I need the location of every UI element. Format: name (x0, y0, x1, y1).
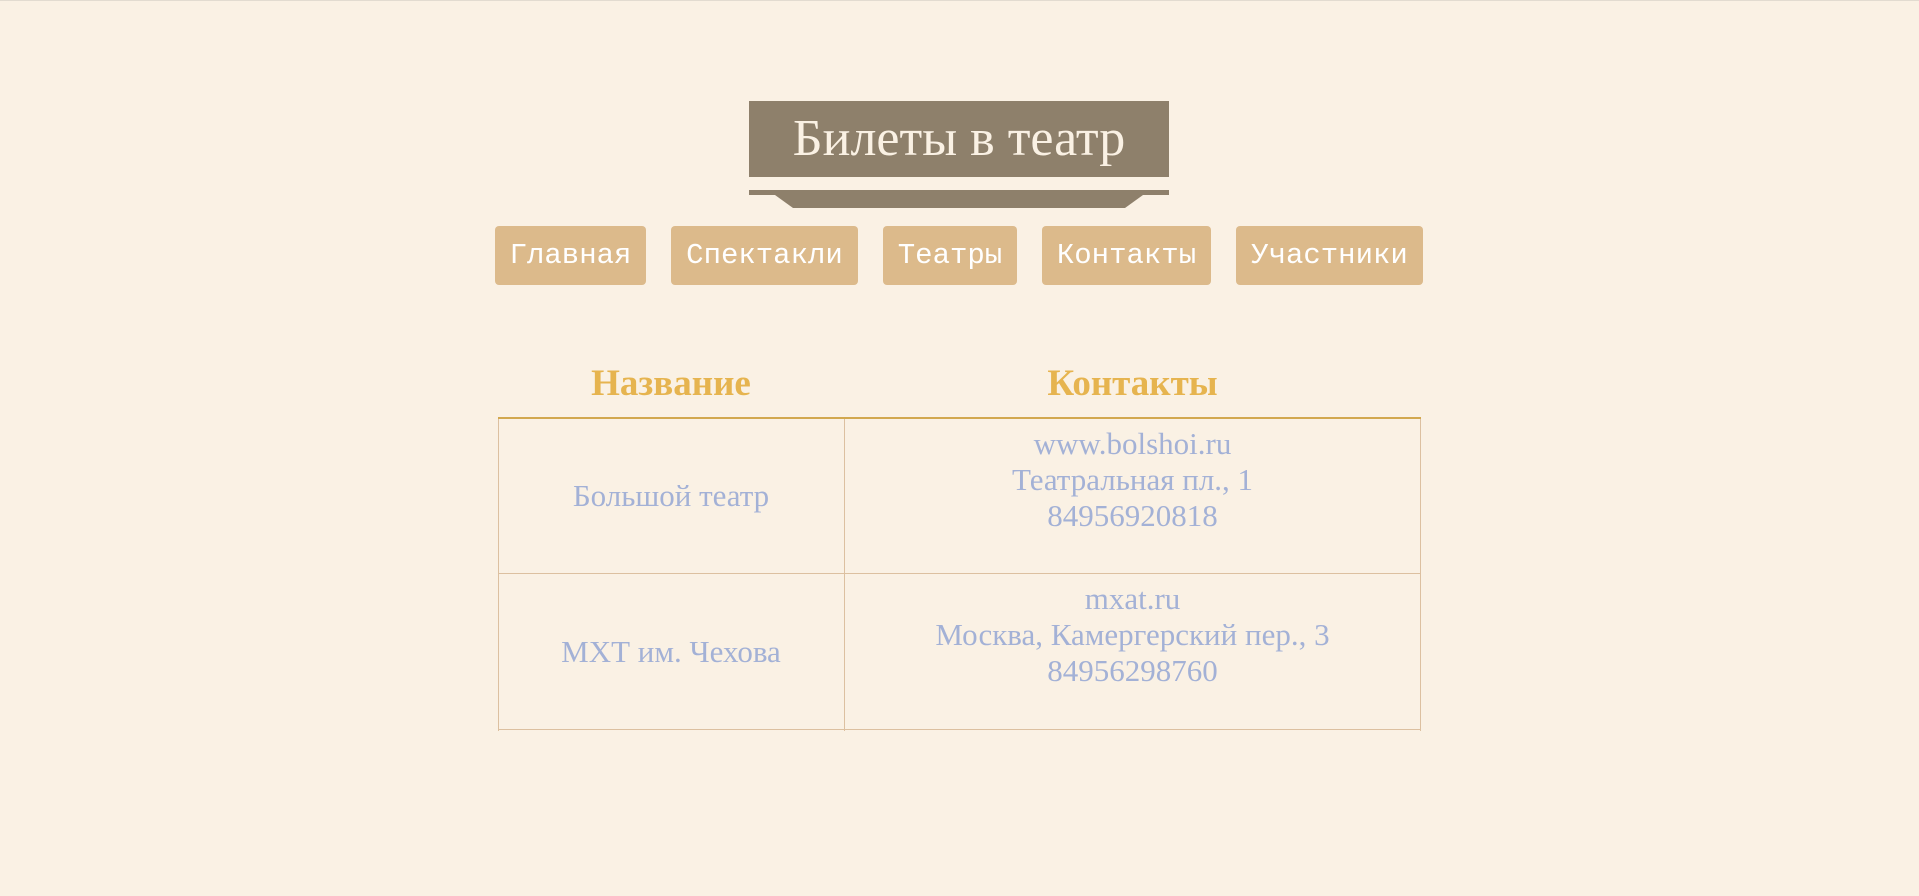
theatre-address: Москва, Камергерский пер., 3 (935, 617, 1330, 652)
nav-contacts-button[interactable]: Контакты (1042, 226, 1211, 285)
theatre-website: mxat.ru (1084, 581, 1181, 616)
theatres-table: Название Контакты Большой театр www.bols… (498, 351, 1421, 731)
theatre-address: Театральная пл., 1 (1011, 462, 1254, 497)
theatre-name: МХТ им. Чехова (561, 633, 781, 669)
theatre-website: www.bolshoi.ru (1033, 426, 1232, 461)
nav-home-label: Главная (509, 239, 632, 272)
nav-contacts-label: Контакты (1056, 239, 1197, 272)
nav-participants-label: Участники (1251, 239, 1408, 272)
theatre-name: Большой театр (572, 478, 770, 513)
table-border-bottom (498, 729, 1421, 730)
nav-home-button[interactable]: Главная (495, 226, 646, 285)
nav-theatres-button[interactable]: Театры (883, 226, 1017, 285)
table-cell-contacts: www.bolshoi.ru Театральная пл., 1 849569… (844, 419, 1421, 573)
theatre-phone: 84956298760 (1047, 653, 1218, 688)
column-header-name: Название (591, 363, 751, 404)
nav-performances-label: Спектакли (686, 239, 843, 272)
table-cell-contacts: mxat.ru Москва, Камергерский пер., 3 849… (844, 574, 1421, 729)
column-header-contacts: Контакты (1047, 363, 1218, 404)
nav-performances-button[interactable]: Спектакли (671, 226, 858, 285)
banner-ribbon (749, 190, 1169, 208)
table-cell-name: Большой театр (498, 419, 844, 573)
nav-theatres-label: Театры (897, 239, 1003, 272)
page-title: Билеты в театр (792, 110, 1126, 167)
table-cell-name: МХТ им. Чехова (498, 574, 844, 729)
nav-participants-button[interactable]: Участники (1236, 226, 1423, 285)
top-border-line (0, 0, 1919, 1)
theatre-phone: 84956920818 (1047, 498, 1218, 533)
page-title-banner: Билеты в театр (749, 101, 1169, 177)
